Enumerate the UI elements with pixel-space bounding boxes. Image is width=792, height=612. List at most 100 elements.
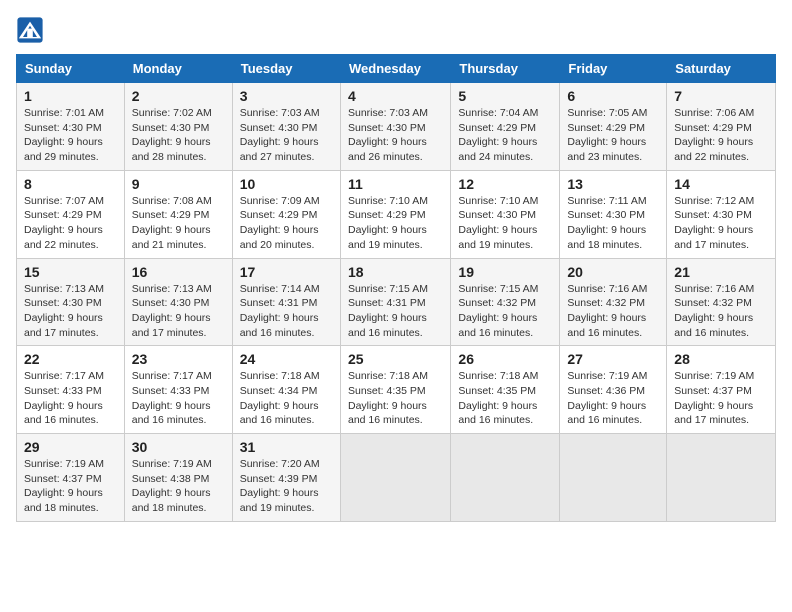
calendar-cell: 23 Sunrise: 7:17 AMSunset: 4:33 PMDaylig… [124,346,232,434]
calendar-cell: 18 Sunrise: 7:15 AMSunset: 4:31 PMDaylig… [340,258,450,346]
day-number: 6 [567,88,659,104]
day-number: 5 [458,88,552,104]
calendar-cell: 14 Sunrise: 7:12 AMSunset: 4:30 PMDaylig… [667,170,776,258]
calendar-cell: 2 Sunrise: 7:02 AMSunset: 4:30 PMDayligh… [124,83,232,171]
day-info: Sunrise: 7:19 AMSunset: 4:37 PMDaylight:… [24,457,117,516]
calendar-cell: 27 Sunrise: 7:19 AMSunset: 4:36 PMDaylig… [560,346,667,434]
day-number: 3 [240,88,333,104]
day-info: Sunrise: 7:13 AMSunset: 4:30 PMDaylight:… [132,282,225,341]
calendar-week-3: 15 Sunrise: 7:13 AMSunset: 4:30 PMDaylig… [17,258,776,346]
day-info: Sunrise: 7:14 AMSunset: 4:31 PMDaylight:… [240,282,333,341]
day-number: 26 [458,351,552,367]
calendar-cell: 31 Sunrise: 7:20 AMSunset: 4:39 PMDaylig… [232,434,340,522]
day-number: 23 [132,351,225,367]
day-number: 4 [348,88,443,104]
calendar-cell: 29 Sunrise: 7:19 AMSunset: 4:37 PMDaylig… [17,434,125,522]
day-info: Sunrise: 7:06 AMSunset: 4:29 PMDaylight:… [674,106,768,165]
day-number: 17 [240,264,333,280]
day-number: 11 [348,176,443,192]
calendar-cell: 4 Sunrise: 7:03 AMSunset: 4:30 PMDayligh… [340,83,450,171]
header [16,16,776,44]
day-info: Sunrise: 7:04 AMSunset: 4:29 PMDaylight:… [458,106,552,165]
day-number: 15 [24,264,117,280]
calendar-cell: 21 Sunrise: 7:16 AMSunset: 4:32 PMDaylig… [667,258,776,346]
calendar-week-2: 8 Sunrise: 7:07 AMSunset: 4:29 PMDayligh… [17,170,776,258]
calendar-cell [340,434,450,522]
calendar-cell: 12 Sunrise: 7:10 AMSunset: 4:30 PMDaylig… [451,170,560,258]
calendar-week-1: 1 Sunrise: 7:01 AMSunset: 4:30 PMDayligh… [17,83,776,171]
calendar-cell: 6 Sunrise: 7:05 AMSunset: 4:29 PMDayligh… [560,83,667,171]
day-info: Sunrise: 7:10 AMSunset: 4:30 PMDaylight:… [458,194,552,253]
day-header-wednesday: Wednesday [340,55,450,83]
day-info: Sunrise: 7:19 AMSunset: 4:37 PMDaylight:… [674,369,768,428]
day-number: 29 [24,439,117,455]
day-header-tuesday: Tuesday [232,55,340,83]
day-info: Sunrise: 7:10 AMSunset: 4:29 PMDaylight:… [348,194,443,253]
calendar-cell: 13 Sunrise: 7:11 AMSunset: 4:30 PMDaylig… [560,170,667,258]
calendar-cell: 24 Sunrise: 7:18 AMSunset: 4:34 PMDaylig… [232,346,340,434]
calendar-cell [667,434,776,522]
calendar-cell: 25 Sunrise: 7:18 AMSunset: 4:35 PMDaylig… [340,346,450,434]
day-info: Sunrise: 7:09 AMSunset: 4:29 PMDaylight:… [240,194,333,253]
calendar-cell: 5 Sunrise: 7:04 AMSunset: 4:29 PMDayligh… [451,83,560,171]
day-number: 14 [674,176,768,192]
day-info: Sunrise: 7:19 AMSunset: 4:38 PMDaylight:… [132,457,225,516]
day-number: 30 [132,439,225,455]
day-number: 12 [458,176,552,192]
day-info: Sunrise: 7:20 AMSunset: 4:39 PMDaylight:… [240,457,333,516]
day-info: Sunrise: 7:02 AMSunset: 4:30 PMDaylight:… [132,106,225,165]
calendar-cell: 16 Sunrise: 7:13 AMSunset: 4:30 PMDaylig… [124,258,232,346]
day-number: 27 [567,351,659,367]
calendar-cell: 10 Sunrise: 7:09 AMSunset: 4:29 PMDaylig… [232,170,340,258]
day-info: Sunrise: 7:08 AMSunset: 4:29 PMDaylight:… [132,194,225,253]
day-number: 1 [24,88,117,104]
day-number: 10 [240,176,333,192]
day-number: 8 [24,176,117,192]
calendar-cell: 17 Sunrise: 7:14 AMSunset: 4:31 PMDaylig… [232,258,340,346]
day-info: Sunrise: 7:16 AMSunset: 4:32 PMDaylight:… [674,282,768,341]
calendar-cell [451,434,560,522]
header-row: SundayMondayTuesdayWednesdayThursdayFrid… [17,55,776,83]
day-number: 9 [132,176,225,192]
day-number: 21 [674,264,768,280]
day-number: 24 [240,351,333,367]
day-info: Sunrise: 7:15 AMSunset: 4:31 PMDaylight:… [348,282,443,341]
day-info: Sunrise: 7:05 AMSunset: 4:29 PMDaylight:… [567,106,659,165]
day-info: Sunrise: 7:17 AMSunset: 4:33 PMDaylight:… [132,369,225,428]
calendar-cell: 7 Sunrise: 7:06 AMSunset: 4:29 PMDayligh… [667,83,776,171]
day-number: 18 [348,264,443,280]
day-header-friday: Friday [560,55,667,83]
calendar-cell: 20 Sunrise: 7:16 AMSunset: 4:32 PMDaylig… [560,258,667,346]
calendar-cell: 19 Sunrise: 7:15 AMSunset: 4:32 PMDaylig… [451,258,560,346]
day-info: Sunrise: 7:12 AMSunset: 4:30 PMDaylight:… [674,194,768,253]
calendar-cell: 22 Sunrise: 7:17 AMSunset: 4:33 PMDaylig… [17,346,125,434]
day-info: Sunrise: 7:11 AMSunset: 4:30 PMDaylight:… [567,194,659,253]
day-header-saturday: Saturday [667,55,776,83]
day-number: 31 [240,439,333,455]
day-info: Sunrise: 7:07 AMSunset: 4:29 PMDaylight:… [24,194,117,253]
day-header-thursday: Thursday [451,55,560,83]
calendar-table: SundayMondayTuesdayWednesdayThursdayFrid… [16,54,776,522]
day-number: 28 [674,351,768,367]
day-info: Sunrise: 7:16 AMSunset: 4:32 PMDaylight:… [567,282,659,341]
calendar-cell: 15 Sunrise: 7:13 AMSunset: 4:30 PMDaylig… [17,258,125,346]
day-number: 19 [458,264,552,280]
calendar-cell: 8 Sunrise: 7:07 AMSunset: 4:29 PMDayligh… [17,170,125,258]
day-info: Sunrise: 7:18 AMSunset: 4:35 PMDaylight:… [458,369,552,428]
day-number: 13 [567,176,659,192]
calendar-cell: 26 Sunrise: 7:18 AMSunset: 4:35 PMDaylig… [451,346,560,434]
day-info: Sunrise: 7:18 AMSunset: 4:34 PMDaylight:… [240,369,333,428]
day-info: Sunrise: 7:01 AMSunset: 4:30 PMDaylight:… [24,106,117,165]
calendar-cell: 30 Sunrise: 7:19 AMSunset: 4:38 PMDaylig… [124,434,232,522]
calendar-week-4: 22 Sunrise: 7:17 AMSunset: 4:33 PMDaylig… [17,346,776,434]
day-info: Sunrise: 7:15 AMSunset: 4:32 PMDaylight:… [458,282,552,341]
day-number: 2 [132,88,225,104]
day-number: 20 [567,264,659,280]
logo-icon [16,16,44,44]
logo [16,16,48,44]
calendar-cell [560,434,667,522]
day-number: 7 [674,88,768,104]
day-info: Sunrise: 7:03 AMSunset: 4:30 PMDaylight:… [240,106,333,165]
day-number: 16 [132,264,225,280]
calendar-cell: 11 Sunrise: 7:10 AMSunset: 4:29 PMDaylig… [340,170,450,258]
